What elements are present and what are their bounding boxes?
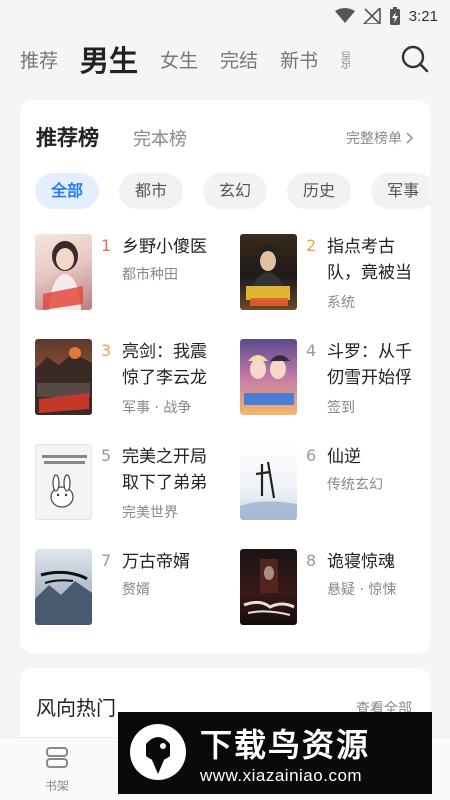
book-tag: 完美世界 — [122, 505, 178, 521]
book-item[interactable]: 6 仙逆 传统玄幻 — [240, 444, 430, 524]
watermark-title: 下载鸟资源 — [200, 726, 371, 764]
hot-section-title: 风向热门 — [36, 696, 116, 720]
book-item[interactable]: 1 乡野小傻医 都市种田 — [35, 234, 225, 314]
clock: 3:21 — [408, 7, 438, 25]
tab-female[interactable]: 女生 — [160, 46, 198, 73]
full-list-label: 完整榜单 — [346, 131, 402, 147]
wifi-icon — [334, 8, 355, 23]
book-item[interactable]: 8 诡寝惊魂 悬疑 · 惊悚 — [240, 549, 430, 629]
book-cover — [35, 444, 92, 520]
nav-bookshelf-label: 书架 — [44, 779, 69, 793]
tab-finished-list[interactable]: 完本榜 — [133, 125, 187, 151]
book-tag: 军事 · 战争 — [122, 400, 192, 416]
book-title: 指点考古队，竟被当 — [327, 237, 412, 283]
chevron-right-icon — [406, 132, 414, 144]
book-title: 诡寝惊魂 — [327, 552, 395, 572]
watermark: 下载鸟资源 www.xiazainiao.com — [118, 712, 432, 794]
book-tag: 系统 — [327, 295, 355, 311]
no-signal-icon — [362, 8, 381, 24]
book-cover — [240, 234, 297, 310]
book-title: 斗罗：从千仞雪开始俘 — [327, 342, 412, 388]
tab-more-cut[interactable]: 影 — [340, 46, 350, 73]
book-item[interactable]: 3 亮剑：我震惊了李云龙 军事 · 战争 — [35, 339, 225, 419]
book-item[interactable]: 2 指点考古队，竟被当 系统 — [240, 234, 430, 314]
book-item[interactable]: 5 完美之开局取下了弟弟 完美世界 — [35, 444, 225, 524]
book-title: 仙逆 — [327, 447, 361, 467]
tab-recommend[interactable]: 推荐 — [20, 46, 58, 73]
rank-number: 6 — [306, 446, 317, 465]
bookshelf-icon — [46, 747, 68, 768]
search-icon[interactable] — [400, 44, 430, 74]
book-tag: 签到 — [327, 400, 355, 416]
rank-number: 4 — [306, 341, 317, 360]
rank-number: 2 — [306, 236, 317, 255]
tab-male[interactable]: 男生 — [80, 38, 138, 80]
chip-fantasy[interactable]: 玄幻 — [203, 173, 268, 209]
rank-number: 8 — [306, 551, 317, 570]
chip-military[interactable]: 军事 — [371, 173, 430, 209]
tab-finished[interactable]: 完结 — [220, 46, 258, 73]
book-tag: 传统玄幻 — [327, 477, 383, 493]
ranking-header: 推荐榜 完本榜 完整榜单 — [36, 122, 414, 152]
full-list-link[interactable]: 完整榜单 — [346, 128, 414, 148]
book-title: 完美之开局取下了弟弟 — [122, 447, 207, 493]
rank-number: 3 — [101, 341, 112, 360]
book-cover — [35, 549, 92, 625]
book-item[interactable]: 7 万古帝婿 赘婿 — [35, 549, 225, 629]
tab-recommend-list[interactable]: 推荐榜 — [36, 122, 99, 152]
ranking-card: 推荐榜 完本榜 完整榜单 全部 都市 玄幻 历史 军事 1 乡野小傻医 都市种田 — [20, 100, 430, 653]
rank-number: 7 — [101, 551, 112, 570]
top-tab-bar: 推荐 男生 女生 完结 新书 影 — [0, 34, 450, 84]
chip-history[interactable]: 历史 — [287, 173, 352, 209]
chip-urban[interactable]: 都市 — [119, 173, 184, 209]
battery-charging-icon — [389, 7, 400, 25]
rank-number: 5 — [101, 446, 112, 465]
rank-number: 1 — [101, 236, 112, 255]
book-cover — [240, 339, 297, 415]
book-title: 乡野小傻医 — [122, 237, 207, 257]
book-cover — [240, 549, 297, 625]
chip-all[interactable]: 全部 — [35, 173, 100, 209]
status-bar: 3:21 — [0, 0, 450, 32]
book-cover — [240, 444, 297, 520]
book-title: 亮剑：我震惊了李云龙 — [122, 342, 207, 388]
book-cover — [35, 339, 92, 415]
book-item[interactable]: 4 斗罗：从千仞雪开始俘 签到 — [240, 339, 430, 419]
watermark-url: www.xiazainiao.com — [200, 766, 363, 785]
tab-new-books[interactable]: 新书 — [280, 46, 318, 73]
book-tag: 都市种田 — [122, 267, 178, 283]
bird-logo-icon — [130, 724, 186, 780]
book-cover — [35, 234, 92, 310]
category-chips: 全部 都市 玄幻 历史 军事 — [35, 173, 430, 211]
book-title: 万古帝婿 — [122, 552, 190, 572]
nav-bookshelf[interactable]: 书架 — [27, 746, 87, 794]
book-tag: 赘婿 — [122, 582, 150, 598]
book-tag: 悬疑 · 惊悚 — [327, 582, 397, 598]
